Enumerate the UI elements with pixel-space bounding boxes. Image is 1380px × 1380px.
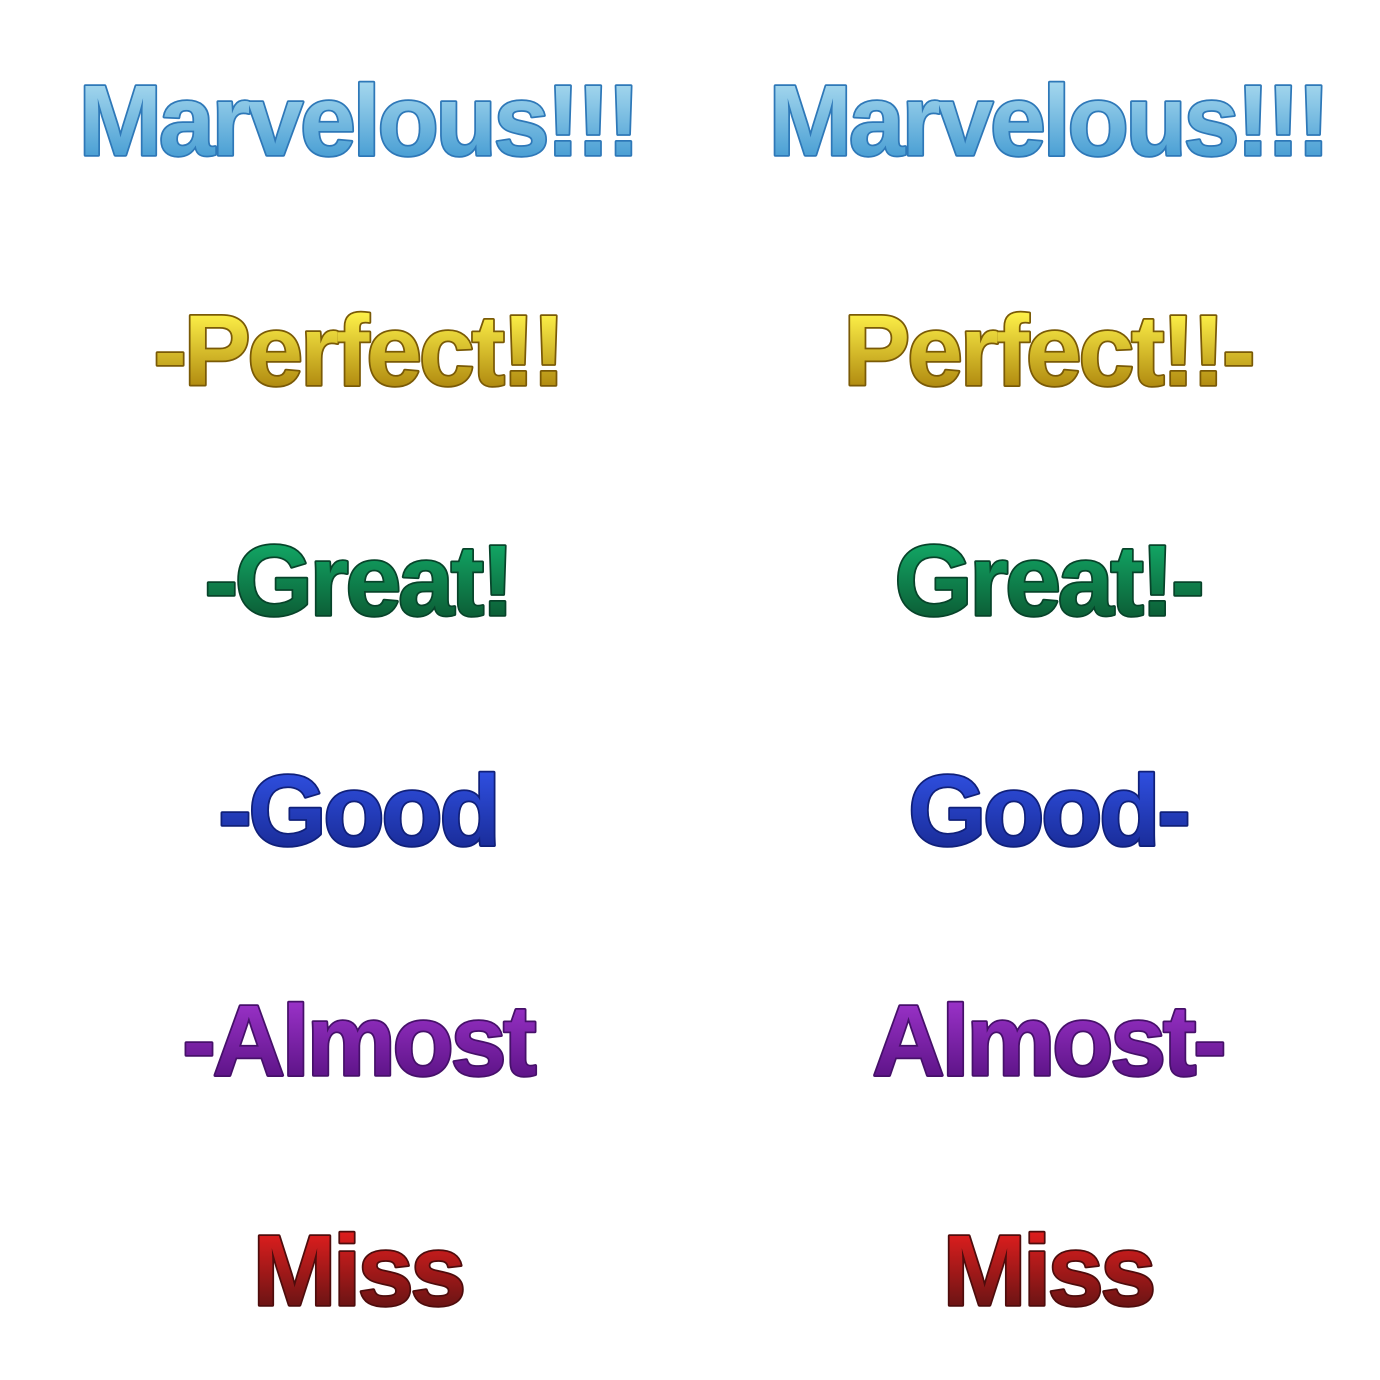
judgement-miss-right-label: Miss xyxy=(943,1215,1153,1327)
judgement-row-good: -Good Good- xyxy=(217,753,1193,869)
judgement-marvelous-right-label: Marvelous!!! xyxy=(769,65,1328,177)
judgement-almost-right-label: Almost- xyxy=(872,985,1223,1097)
judgement-row-miss: Miss Miss xyxy=(251,1213,1158,1329)
judgement-canvas: Marvelous!!! Marvelous!!! -Perfect!! Perfec… xyxy=(77,63,1332,1329)
judgement-perfect-left-label: -Perfect!! xyxy=(154,295,563,407)
judgement-sprite-sheet: Marvelous!!! Marvelous!!! -Perfect!! Perfec… xyxy=(0,0,1380,1380)
judgement-row-perfect: -Perfect!! Perfect!!- xyxy=(152,293,1257,409)
judgement-row-marvelous: Marvelous!!! Marvelous!!! xyxy=(77,63,1332,179)
judgement-miss-left-label: Miss xyxy=(253,1215,463,1327)
judgement-almost-left-label: -Almost xyxy=(182,985,536,1097)
judgement-row-almost: -Almost Almost- xyxy=(181,983,1229,1099)
judgement-good-right-label: Good- xyxy=(908,755,1187,867)
judgement-perfect-right-label: Perfect!!- xyxy=(844,295,1253,407)
judgement-row-great: -Great! Great!- xyxy=(203,523,1206,639)
judgement-great-right-label: Great!- xyxy=(895,525,1202,637)
judgement-great-left-label: -Great! xyxy=(205,525,512,637)
judgement-good-left-label: -Good xyxy=(218,755,497,867)
judgement-marvelous-left-label: Marvelous!!! xyxy=(79,65,638,177)
